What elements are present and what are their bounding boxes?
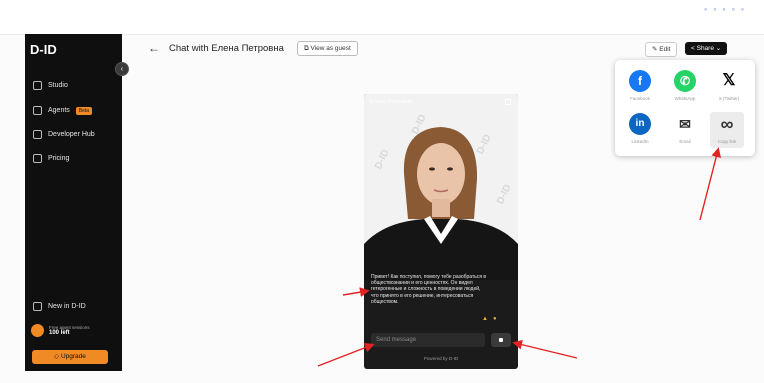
view-as-guest-label: View as guest xyxy=(310,45,351,52)
powered-by: Powered by D-ID xyxy=(423,356,459,361)
copy-link-icon[interactable]: ∞ xyxy=(716,113,738,135)
facebook-icon[interactable]: f xyxy=(629,70,651,92)
agent-message: Привет! Как поступил, помогу тебе разобр… xyxy=(371,274,487,305)
message-input[interactable]: Send message xyxy=(371,333,485,347)
expand-icon[interactable] xyxy=(505,99,511,105)
browser-toolbar-icons: ◦◦◦◦◦ xyxy=(704,4,750,14)
sidebar-item-label: Developer Hub xyxy=(48,131,95,138)
sparkle-icon xyxy=(33,302,42,311)
email-icon[interactable]: ✉ xyxy=(674,113,696,135)
linkedin-label: LinkedIn xyxy=(631,139,649,144)
account-info[interactable]: Free agent sessions 100 left xyxy=(31,324,90,337)
sidebar-item-label: New in D-ID xyxy=(48,303,86,310)
back-arrow-icon[interactable]: ← xyxy=(148,41,160,55)
feedback-icons[interactable]: ▲● xyxy=(482,316,502,322)
copy-link-label: Copy link xyxy=(717,139,737,144)
browser-toolbar: ◦◦◦◦◦ xyxy=(0,0,764,35)
agent-avatar xyxy=(364,127,518,280)
page-title: Chat with Елена Петровна xyxy=(169,43,284,54)
whatsapp-icon[interactable]: ✆ xyxy=(674,70,696,92)
agent-video-area: D-ID D-ID D-ID D-ID xyxy=(364,94,518,280)
upgrade-button[interactable]: ◇ Upgrade xyxy=(32,350,108,364)
chevron-down-icon: ⌄ xyxy=(715,45,722,52)
pencil-icon: ✎ xyxy=(652,46,658,53)
upgrade-label: Upgrade xyxy=(60,353,86,360)
x-twitter-label: X (Twitter) xyxy=(718,96,740,101)
sidebar-item-label: Studio xyxy=(48,82,68,89)
share-label: Share xyxy=(696,45,714,52)
account-sessions-left: 100 left xyxy=(49,330,70,336)
sidebar-item-pricing[interactable]: Pricing xyxy=(33,154,69,163)
sidebar-item-developer-hub[interactable]: Developer Hub xyxy=(33,130,95,139)
linkedin-icon[interactable]: in xyxy=(629,113,651,135)
beta-badge: Beta xyxy=(75,106,93,115)
edit-label: Edit xyxy=(659,46,671,53)
sidebar: D-ID ‹ Studio Agents Beta Developer Hub … xyxy=(25,34,129,371)
sidebar-item-label: Pricing xyxy=(48,155,70,162)
whatsapp-label: WhatsApp xyxy=(674,96,696,101)
share-button[interactable]: < Share ⌄ xyxy=(685,42,728,55)
agent-name: Елена Петровна xyxy=(370,99,413,105)
share-popup: f Facebook ✆ WhatsApp 𝕏 X (Twitter) in L… xyxy=(615,60,755,156)
facebook-label: Facebook xyxy=(630,96,650,101)
share-icon: < xyxy=(691,45,695,52)
thumbs-up-icon[interactable]: ▲ xyxy=(482,316,493,322)
agents-icon xyxy=(33,106,42,115)
x-twitter-icon[interactable]: 𝕏 xyxy=(718,70,740,92)
email-label: Email xyxy=(679,139,691,144)
pricing-icon xyxy=(33,154,42,163)
collapse-sidebar-button[interactable]: ‹ xyxy=(115,62,129,76)
studio-icon xyxy=(33,81,42,90)
sidebar-item-agents[interactable]: Agents Beta xyxy=(33,106,93,115)
view-as-guest-button[interactable]: ⧉ View as guest xyxy=(297,41,358,56)
sidebar-item-new[interactable]: New in D-ID xyxy=(33,302,86,311)
edit-button[interactable]: ✎ Edit xyxy=(645,42,678,57)
sidebar-item-label: Agents xyxy=(48,107,70,114)
diamond-icon: ◇ xyxy=(54,353,60,360)
external-link-icon: ⧉ xyxy=(304,45,309,52)
developer-hub-icon xyxy=(33,130,42,139)
sidebar-item-studio[interactable]: Studio xyxy=(33,81,68,90)
lightbulb-icon[interactable]: ● xyxy=(493,316,502,322)
avatar xyxy=(31,324,44,337)
stop-icon xyxy=(499,338,503,342)
send-button[interactable] xyxy=(491,333,511,347)
logo[interactable]: D-ID xyxy=(30,42,57,57)
agent-chat-card: D-ID D-ID D-ID D-ID Елена Петровна Приве… xyxy=(364,94,518,369)
